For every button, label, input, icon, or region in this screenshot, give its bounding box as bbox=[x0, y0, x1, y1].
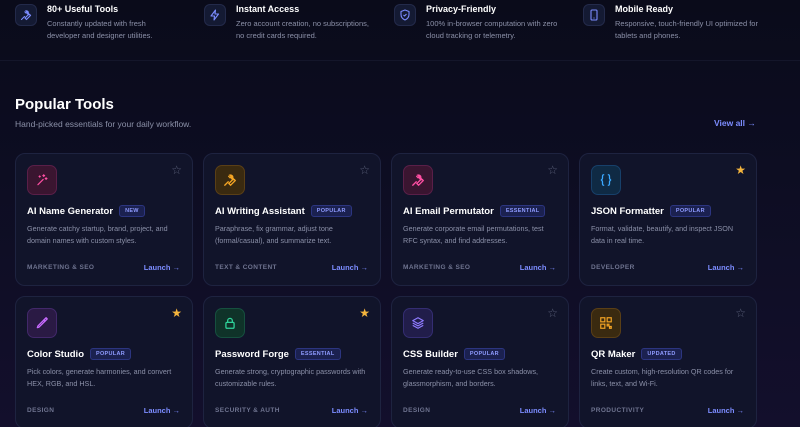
layers-icon bbox=[403, 308, 433, 338]
star-filled-icon[interactable]: ★ bbox=[735, 164, 746, 176]
lock-icon bbox=[215, 308, 245, 338]
star-filled-icon[interactable]: ★ bbox=[171, 307, 182, 319]
tool-card-ai-writing-assistant[interactable]: ☆ AI Writing Assistant POPULAR Paraphras… bbox=[203, 153, 381, 286]
launch-link[interactable]: Launch → bbox=[332, 406, 368, 415]
card-description: Generate catchy startup, brand, project,… bbox=[27, 224, 168, 245]
card-category: MARKETING & SEO bbox=[27, 264, 95, 271]
card-title: Password Forge bbox=[215, 348, 289, 360]
launch-link[interactable]: Launch → bbox=[332, 263, 368, 272]
feature-desc: Constantly updated with fresh developer … bbox=[47, 19, 153, 40]
card-description: Generate strong, cryptographic passwords… bbox=[215, 367, 366, 388]
wrench-icon bbox=[15, 4, 37, 26]
card-category: DESIGN bbox=[403, 407, 431, 414]
star-filled-icon[interactable]: ★ bbox=[359, 307, 370, 319]
feature-privacy: Privacy-Friendly 100% in-browser computa… bbox=[394, 4, 564, 42]
card-title: AI Name Generator bbox=[27, 205, 114, 217]
launch-link[interactable]: Launch → bbox=[520, 263, 556, 272]
star-outline-icon[interactable]: ☆ bbox=[547, 164, 558, 176]
tool-card-ai-email-permutator[interactable]: ☆ AI Email Permutator ESSENTIAL Generate… bbox=[391, 153, 569, 286]
card-title: CSS Builder bbox=[403, 348, 458, 360]
star-outline-icon[interactable]: ☆ bbox=[171, 164, 182, 176]
launch-link[interactable]: Launch → bbox=[708, 263, 744, 272]
card-title: AI Writing Assistant bbox=[215, 205, 305, 217]
badge: POPULAR bbox=[310, 205, 352, 217]
tool-card-color-studio[interactable]: ★ Color Studio POPULAR Pick colors, gene… bbox=[15, 296, 193, 427]
card-description: Pick colors, generate harmonies, and con… bbox=[27, 367, 172, 388]
tool-card-password-forge[interactable]: ★ Password Forge ESSENTIAL Generate stro… bbox=[203, 296, 381, 427]
wrench-icon bbox=[403, 165, 433, 195]
section-title: Popular Tools bbox=[15, 96, 114, 113]
star-outline-icon[interactable]: ☆ bbox=[735, 307, 746, 319]
lightning-icon bbox=[204, 4, 226, 26]
pipette-icon bbox=[27, 308, 57, 338]
sparkles-icon bbox=[27, 165, 57, 195]
tool-card-json-formatter[interactable]: ★ JSON Formatter POPULAR Format, validat… bbox=[579, 153, 757, 286]
feature-desc: 100% in-browser computation with zero cl… bbox=[426, 19, 558, 40]
tool-card-ai-name-generator[interactable]: ☆ AI Name Generator NEW Generate catchy … bbox=[15, 153, 193, 286]
launch-link[interactable]: Launch → bbox=[144, 263, 180, 272]
braces-icon bbox=[591, 165, 621, 195]
shield-icon bbox=[394, 4, 416, 26]
star-outline-icon[interactable]: ☆ bbox=[359, 164, 370, 176]
launch-link[interactable]: Launch → bbox=[520, 406, 556, 415]
star-outline-icon[interactable]: ☆ bbox=[547, 307, 558, 319]
badge: POPULAR bbox=[669, 205, 711, 217]
card-title: AI Email Permutator bbox=[403, 205, 494, 217]
card-description: Paraphrase, fix grammar, adjust tone (fo… bbox=[215, 224, 333, 245]
feature-access: Instant Access Zero account creation, no… bbox=[204, 4, 378, 42]
badge: POPULAR bbox=[90, 348, 131, 360]
wrench-icon bbox=[215, 165, 245, 195]
feature-mobile: Mobile Ready Responsive, touch-friendly … bbox=[583, 4, 763, 42]
badge: ESSENTIAL bbox=[294, 348, 341, 360]
tool-card-css-builder[interactable]: ☆ CSS Builder POPULAR Generate ready-to-… bbox=[391, 296, 569, 427]
card-description: Create custom, high-resolution QR codes … bbox=[591, 367, 734, 388]
card-category: SECURITY & AUTH bbox=[215, 407, 280, 414]
card-title: Color Studio bbox=[27, 348, 84, 360]
feature-title: 80+ Useful Tools bbox=[47, 4, 119, 14]
badge: ESSENTIAL bbox=[499, 205, 546, 217]
card-category: DESIGN bbox=[27, 407, 55, 414]
tool-card-qr-maker[interactable]: ☆ QR Maker UPDATED Create custom, high-r… bbox=[579, 296, 757, 427]
feature-title: Privacy-Friendly bbox=[426, 4, 497, 14]
feature-desc: Zero account creation, no subscriptions,… bbox=[236, 19, 369, 40]
feature-title: Instant Access bbox=[236, 4, 300, 14]
card-title: QR Maker bbox=[591, 348, 636, 360]
view-all-link[interactable]: View all → bbox=[714, 118, 756, 128]
features-strip: 80+ Useful Tools Constantly updated with… bbox=[0, 0, 800, 62]
card-title: JSON Formatter bbox=[591, 205, 664, 217]
feature-desc: Responsive, touch-friendly UI optimized … bbox=[615, 19, 758, 40]
phone-icon bbox=[583, 4, 605, 26]
qr-code-icon bbox=[591, 308, 621, 338]
section-subtitle: Hand-picked essentials for your daily wo… bbox=[15, 119, 192, 129]
card-category: TEXT & CONTENT bbox=[215, 264, 277, 271]
card-category: DEVELOPER bbox=[591, 264, 635, 271]
card-description: Generate corporate email permutations, t… bbox=[403, 224, 544, 245]
divider bbox=[0, 60, 800, 61]
feature-tools: 80+ Useful Tools Constantly updated with… bbox=[15, 4, 175, 42]
badge: UPDATED bbox=[641, 348, 682, 360]
badge: NEW bbox=[119, 205, 145, 217]
launch-link[interactable]: Launch → bbox=[708, 406, 744, 415]
card-description: Generate ready-to-use CSS box shadows, g… bbox=[403, 367, 539, 388]
badge: POPULAR bbox=[463, 348, 505, 360]
card-category: MARKETING & SEO bbox=[403, 264, 471, 271]
card-category: PRODUCTIVITY bbox=[591, 407, 645, 414]
card-description: Format, validate, beautify, and inspect … bbox=[591, 224, 734, 245]
launch-link[interactable]: Launch → bbox=[144, 406, 180, 415]
feature-title: Mobile Ready bbox=[615, 4, 674, 14]
